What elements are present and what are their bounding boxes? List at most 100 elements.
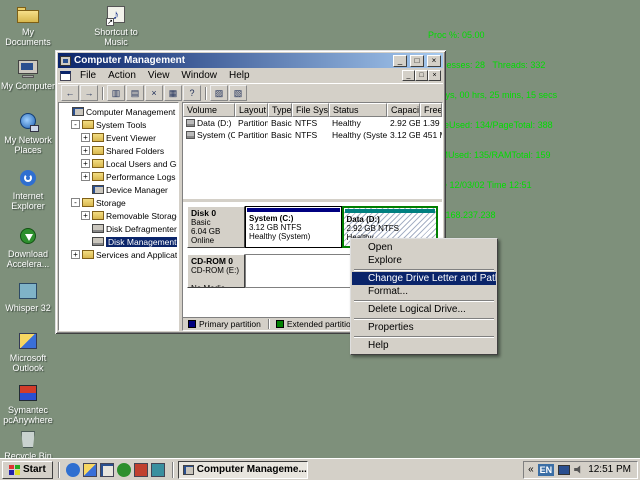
- menu-help[interactable]: Help: [223, 69, 256, 82]
- menu-file[interactable]: File: [74, 69, 102, 82]
- child-minimize-button[interactable]: _: [402, 70, 415, 81]
- column-header-type[interactable]: Type: [268, 103, 292, 117]
- column-header-free-space[interactable]: Free Sp: [420, 103, 442, 117]
- child-restore-button[interactable]: □: [415, 70, 428, 81]
- desktop-icon-my-network-places[interactable]: My Network Places: [0, 112, 56, 155]
- desktop-icon-symantec-pcanywhere[interactable]: Symantec pcAnywhere: [0, 382, 56, 425]
- start-label: Start: [23, 464, 46, 475]
- column-header-layout[interactable]: Layout: [235, 103, 268, 117]
- collapse-icon[interactable]: -: [71, 120, 80, 129]
- desktop-icon-label: My Documents: [0, 27, 56, 47]
- music-note-icon: ♪ ↗: [104, 4, 128, 26]
- quicklaunch-internet-explorer-icon[interactable]: [66, 463, 80, 477]
- forward-icon[interactable]: →: [80, 85, 98, 101]
- language-indicator[interactable]: EN: [538, 464, 555, 476]
- folder-icon: [82, 120, 94, 129]
- start-button[interactable]: Start: [2, 461, 53, 479]
- network-globe-icon: [16, 112, 40, 134]
- quicklaunch-app-icon[interactable]: [134, 463, 148, 477]
- quicklaunch-app-icon[interactable]: [151, 463, 165, 477]
- tree-item-local-users-and-groups[interactable]: + Local Users and Groups: [60, 157, 177, 170]
- tray-collapse-chevron[interactable]: «: [528, 464, 534, 475]
- volume-tray-icon[interactable]: [574, 465, 584, 475]
- collapse-icon[interactable]: -: [71, 198, 80, 207]
- tree-item-storage[interactable]: - Storage: [60, 196, 177, 209]
- menu-action[interactable]: Action: [102, 69, 142, 82]
- expand-icon[interactable]: +: [81, 146, 90, 155]
- quicklaunch-media-player-icon[interactable]: [117, 463, 131, 477]
- desktop-icon-recycle-bin[interactable]: Recycle Bin: [0, 428, 56, 461]
- expand-icon[interactable]: +: [71, 250, 80, 259]
- desktop-icon-microsoft-outlook[interactable]: Microsoft Outlook: [0, 330, 56, 373]
- column-header-capacity[interactable]: Capacity: [387, 103, 420, 117]
- show-console-tree-icon[interactable]: ▥: [107, 85, 125, 101]
- context-menu-item-change-drive-letter[interactable]: Change Drive Letter and Paths...: [352, 272, 496, 285]
- desktop-icon-label: My Computer: [0, 81, 56, 91]
- desktop-icon-label: My Network Places: [0, 135, 56, 155]
- tree-item-event-viewer[interactable]: + Event Viewer: [60, 131, 177, 144]
- tree-item-disk-defragmenter[interactable]: Disk Defragmenter: [60, 222, 177, 235]
- child-close-button[interactable]: ×: [428, 70, 441, 81]
- desktop-icon-internet-explorer[interactable]: Internet Explorer: [0, 168, 56, 211]
- tree-item-system-tools[interactable]: - System Tools: [60, 118, 177, 131]
- volume-row-system-c[interactable]: System (C:) Partition Basic NTFS Healthy…: [183, 129, 442, 141]
- quicklaunch-outlook-icon[interactable]: [83, 463, 97, 477]
- partition-system-c[interactable]: System (C:) 3.12 GB NTFS Healthy (System…: [245, 206, 342, 248]
- tree-item-services-and-applications[interactable]: + Services and Applications: [60, 248, 177, 261]
- expand-icon[interactable]: +: [81, 172, 90, 181]
- task-button-computer-management[interactable]: Computer Manageme...: [178, 461, 308, 479]
- quicklaunch-show-desktop-icon[interactable]: [100, 463, 114, 477]
- context-menu-item-open[interactable]: Open: [352, 241, 496, 254]
- context-menu-item-delete-logical-drive[interactable]: Delete Logical Drive...: [352, 303, 496, 316]
- quick-launch-bar: [64, 463, 167, 477]
- expand-icon[interactable]: +: [81, 159, 90, 168]
- tree-item-removable-storage[interactable]: + Removable Storage: [60, 209, 177, 222]
- desktop-icon-my-documents[interactable]: My Documents: [0, 4, 56, 47]
- column-header-file-system[interactable]: File System: [292, 103, 329, 117]
- internet-explorer-icon: [16, 168, 40, 190]
- desktop-icon-download-accelerator[interactable]: Download Accelera...: [0, 226, 56, 269]
- help-icon[interactable]: ?: [183, 85, 201, 101]
- disk-0-header[interactable]: Disk 0 Basic 6.04 GB Online: [187, 206, 245, 248]
- minimize-button[interactable]: _: [393, 55, 407, 67]
- desktop-icon-whisper-32[interactable]: Whisper 32: [0, 280, 56, 313]
- volume-row-data-d[interactable]: Data (D:) Partition Basic NTFS Healthy 2…: [183, 117, 442, 129]
- folder-icon: [92, 172, 104, 181]
- delete-icon[interactable]: ×: [145, 85, 163, 101]
- desktop-icon-shortcut-to-music[interactable]: ♪ ↗ Shortcut to Music: [88, 4, 144, 47]
- logical-drive-band: [345, 209, 436, 213]
- tree-item-disk-management[interactable]: Disk Management: [60, 235, 177, 248]
- desktop-icon-my-computer[interactable]: My Computer: [0, 58, 56, 91]
- context-menu-item-explore[interactable]: Explore: [352, 254, 496, 267]
- filter-icon[interactable]: ▧: [229, 85, 247, 101]
- title-bar[interactable]: Computer Management _ □ ×: [58, 53, 443, 68]
- desktop-icon-label: Download Accelera...: [0, 249, 56, 269]
- whisper-app-icon: [16, 280, 40, 302]
- expand-icon[interactable]: +: [81, 133, 90, 142]
- context-menu-item-properties[interactable]: Properties: [352, 321, 496, 334]
- toolbar-separator: [205, 87, 206, 100]
- back-icon[interactable]: ←: [61, 85, 79, 101]
- taskbar-clock[interactable]: 12:51 PM: [588, 464, 631, 475]
- menu-view[interactable]: View: [142, 69, 176, 82]
- maximize-button[interactable]: □: [410, 55, 424, 67]
- expand-icon[interactable]: +: [81, 211, 90, 220]
- tree-item-computer-management[interactable]: Computer Management (Local): [60, 105, 177, 118]
- windows-logo-icon: [9, 465, 20, 475]
- properties-icon[interactable]: ▦: [164, 85, 182, 101]
- tree-item-device-manager[interactable]: Device Manager: [60, 183, 177, 196]
- tree-item-performance-logs[interactable]: + Performance Logs and Alerts: [60, 170, 177, 183]
- my-computer-icon: [16, 58, 40, 80]
- desktop-icon-label: Symantec pcAnywhere: [0, 405, 56, 425]
- context-menu-item-help[interactable]: Help: [352, 339, 496, 352]
- export-list-icon[interactable]: ▤: [126, 85, 144, 101]
- column-header-status[interactable]: Status: [329, 103, 387, 117]
- cdrom-0-header[interactable]: CD-ROM 0 CD-ROM (E:) No Media: [187, 254, 245, 288]
- column-header-volume[interactable]: Volume: [183, 103, 235, 117]
- close-button[interactable]: ×: [427, 55, 441, 67]
- display-tray-icon[interactable]: [558, 465, 570, 475]
- menu-window[interactable]: Window: [175, 69, 223, 82]
- tree-item-shared-folders[interactable]: + Shared Folders: [60, 144, 177, 157]
- views-icon[interactable]: ▨: [210, 85, 228, 101]
- context-menu-item-format[interactable]: Format...: [352, 285, 496, 298]
